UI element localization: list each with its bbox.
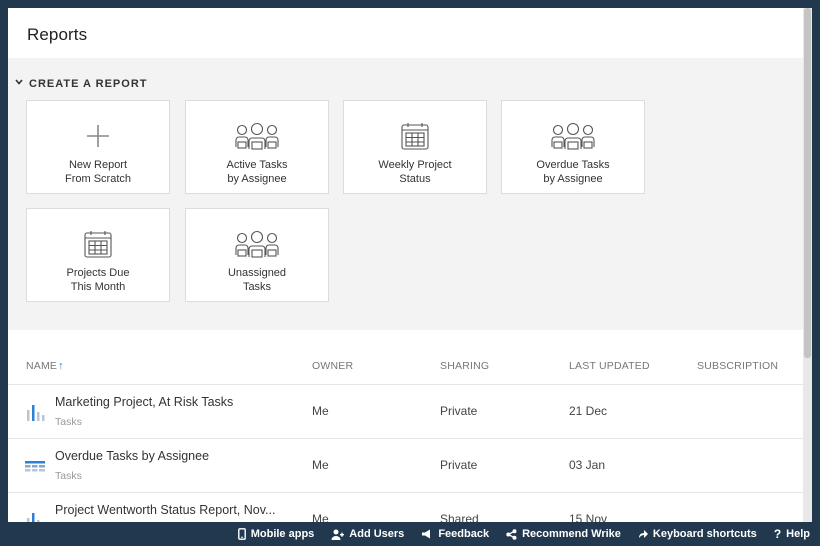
- help-link[interactable]: ? Help: [774, 527, 810, 541]
- keyboard-shortcuts-link[interactable]: Keyboard shortcuts: [638, 528, 757, 540]
- report-owner: Me: [312, 458, 329, 472]
- report-updated: 03 Jan: [569, 458, 606, 472]
- column-owner[interactable]: OWNER: [312, 360, 353, 372]
- report-name[interactable]: Overdue Tasks by Assignee: [55, 449, 209, 463]
- question-icon: ?: [773, 527, 782, 541]
- card-label: Projects Due This Month: [66, 267, 130, 293]
- card-label: New Report From Scratch: [64, 159, 131, 185]
- report-owner: Me: [312, 512, 329, 522]
- phone-icon: [237, 528, 246, 540]
- footer-label: Add Users: [349, 528, 405, 540]
- section-title: CREATE A REPORT: [29, 77, 148, 90]
- page-title: Reports: [27, 25, 88, 44]
- unassigned-tasks-card[interactable]: Unassigned Tasks: [185, 208, 329, 302]
- report-sharing: Private: [440, 404, 478, 418]
- calendar-icon: [400, 119, 430, 153]
- feedback-link[interactable]: Feedback: [421, 528, 489, 540]
- plus-icon: [85, 119, 111, 153]
- card-label: Unassigned Tasks: [227, 267, 287, 293]
- calendar-icon: [83, 227, 113, 261]
- bar-chart-icon: [25, 510, 45, 522]
- footer-label: Recommend Wrike: [522, 528, 621, 540]
- column-sharing[interactable]: SHARING: [440, 360, 489, 372]
- table-row[interactable]: Project Wentworth Status Report, Nov... …: [8, 493, 803, 522]
- column-name[interactable]: NAME↑: [26, 360, 64, 372]
- add-user-icon: [331, 529, 345, 540]
- footer-label: Help: [786, 528, 810, 540]
- add-users-link[interactable]: Add Users: [331, 528, 404, 540]
- list-header: NAME↑ OWNER SHARING LAST UPDATED SUBSCRI…: [8, 330, 803, 385]
- report-sharing: Shared: [440, 512, 479, 522]
- table-row[interactable]: Marketing Project, At Risk Tasks Tasks M…: [8, 385, 803, 439]
- table-icon: [25, 456, 45, 476]
- mobile-apps-link[interactable]: Mobile apps: [237, 528, 315, 540]
- bar-chart-icon: [25, 402, 45, 422]
- page-header: Reports: [8, 8, 803, 58]
- footer-label: Keyboard shortcuts: [652, 528, 757, 540]
- footer-label: Mobile apps: [250, 528, 315, 540]
- report-updated: 15 Nov: [569, 512, 608, 522]
- pointer-icon: [638, 529, 648, 540]
- sort-up-icon: ↑: [58, 360, 64, 372]
- projects-due-card[interactable]: Projects Due This Month: [26, 208, 170, 302]
- chevron-down-icon: [14, 77, 26, 90]
- weekly-status-card[interactable]: Weekly Project Status: [343, 100, 487, 194]
- report-type: Tasks: [55, 416, 82, 428]
- footer-bar: Mobile apps Add Users Feedback Recommend…: [0, 522, 820, 546]
- report-updated: 21 Dec: [569, 404, 608, 418]
- people-icon: [550, 119, 596, 153]
- recommend-link[interactable]: Recommend Wrike: [506, 528, 621, 540]
- create-report-section: CREATE A REPORT New Report From Scratch: [8, 58, 803, 330]
- column-subscription[interactable]: SUBSCRIPTION: [697, 360, 778, 372]
- reports-panel: Reports CREATE A REPORT New Report From …: [8, 8, 803, 522]
- megaphone-icon: [421, 529, 433, 539]
- card-label: Overdue Tasks by Assignee: [536, 159, 610, 185]
- report-name[interactable]: Project Wentworth Status Report, Nov...: [55, 503, 275, 517]
- scrollbar[interactable]: [803, 8, 812, 522]
- scrollbar-thumb[interactable]: [804, 8, 811, 358]
- share-icon: [506, 528, 517, 540]
- people-icon: [234, 119, 280, 153]
- footer-label: Feedback: [438, 528, 490, 540]
- reports-list: NAME↑ OWNER SHARING LAST UPDATED SUBSCRI…: [8, 330, 803, 522]
- active-tasks-card[interactable]: Active Tasks by Assignee: [185, 100, 329, 194]
- create-report-toggle[interactable]: CREATE A REPORT: [14, 77, 148, 90]
- card-label: Active Tasks by Assignee: [226, 159, 288, 185]
- card-label: Weekly Project Status: [378, 159, 452, 185]
- report-sharing: Private: [440, 458, 478, 472]
- people-icon: [234, 227, 280, 261]
- report-owner: Me: [312, 404, 329, 418]
- report-name[interactable]: Marketing Project, At Risk Tasks: [55, 395, 233, 409]
- overdue-tasks-card[interactable]: Overdue Tasks by Assignee: [501, 100, 645, 194]
- column-name-label: NAME: [26, 360, 58, 372]
- column-last-updated[interactable]: LAST UPDATED: [569, 360, 650, 372]
- table-row[interactable]: Overdue Tasks by Assignee Tasks Me Priva…: [8, 439, 803, 493]
- new-report-card[interactable]: New Report From Scratch: [26, 100, 170, 194]
- report-type: Tasks: [55, 470, 82, 482]
